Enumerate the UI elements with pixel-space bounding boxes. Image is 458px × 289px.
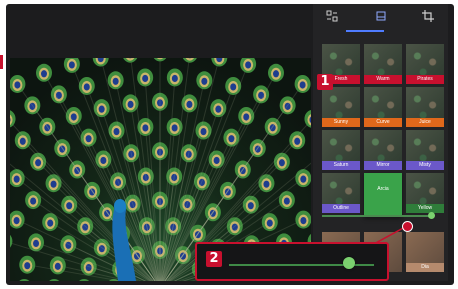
feather-eye-center — [283, 197, 290, 205]
feather-eye — [19, 279, 30, 281]
feather-eye-center — [300, 175, 307, 183]
feather-eye — [79, 279, 90, 281]
crop-icon — [422, 10, 434, 22]
feather-eye-center — [112, 77, 119, 85]
feather-eye-center — [171, 74, 178, 83]
feather-eye-center — [142, 74, 149, 83]
filter-tile-arcia[interactable]: Arcia — [364, 173, 402, 217]
feather-eye-center — [258, 91, 265, 99]
filter-tile-warm[interactable]: Warm — [364, 44, 402, 84]
feather-eye-center — [47, 219, 54, 227]
feather-eye-center — [278, 159, 285, 167]
filter-strength-knob[interactable] — [428, 212, 435, 219]
peacock-head — [114, 199, 126, 213]
feather-eye-center — [24, 262, 31, 270]
feather-eye-center — [14, 81, 21, 89]
feather-eye-center — [273, 70, 280, 78]
filter-tile-misty[interactable]: Misty — [406, 130, 444, 170]
feather-eye — [10, 234, 13, 248]
callout-badge-2: 2 — [206, 251, 222, 267]
feather-eye-center — [201, 77, 208, 85]
filter-tile-mirror[interactable]: Mirror — [364, 130, 402, 170]
filter-label: Pirates — [406, 75, 444, 84]
callout-badge-1: 1 — [317, 74, 333, 90]
filter-label: Sunny — [322, 118, 360, 127]
bottom-filter-tile-dia[interactable]: Dia — [406, 232, 444, 272]
filter-tile-saturn[interactable]: Saturn — [322, 130, 360, 170]
feather-eye-center — [215, 105, 222, 113]
feather-eye-center — [13, 217, 20, 225]
filter-grid: Fresh Warm Pirates Sunny Curve Juice Saturn Mir… — [322, 44, 444, 217]
filter-tile-curve[interactable]: Curve — [364, 87, 402, 127]
feather-eye-center — [171, 124, 178, 132]
filter-label: Mirror — [364, 161, 402, 170]
filter-label: Juice — [406, 118, 444, 127]
feather-eye-center — [263, 180, 270, 188]
filter-label: Warm — [364, 75, 402, 84]
adjust-icon — [326, 10, 338, 22]
filter-label: Misty — [406, 161, 444, 170]
feather-eye-center — [83, 83, 90, 91]
bottom-filter-label: Dia — [406, 263, 444, 272]
filter-tile-pirates[interactable]: Pirates — [406, 44, 444, 84]
feather-eye-center — [33, 239, 40, 248]
filter-label: Outline — [322, 204, 360, 213]
selected-tab-indicator — [346, 30, 384, 32]
feather-eye-center — [299, 81, 306, 89]
feather-eye-center — [100, 156, 107, 165]
filter-label: Curve — [364, 118, 402, 127]
feather-eye-center — [30, 197, 37, 205]
feather-eye-center — [66, 202, 73, 210]
feather-eye-center — [40, 70, 47, 78]
feather-eye-center — [68, 61, 75, 69]
filter-tile-sunny[interactable]: Sunny — [322, 87, 360, 127]
feather-eye-center — [230, 83, 237, 91]
feather-eye-center — [54, 262, 61, 270]
filters-icon — [376, 11, 386, 21]
feather-eye-center — [186, 100, 193, 108]
tab-crop[interactable] — [409, 4, 447, 28]
tab-adjust[interactable] — [313, 4, 351, 28]
feather-eye-center — [213, 156, 220, 165]
feather-eye-center — [127, 100, 134, 108]
zoomed-slider-callout — [195, 242, 389, 281]
feather-eye-center — [300, 217, 307, 225]
feather-eye-center — [35, 159, 42, 167]
feather-eye-center — [98, 105, 105, 113]
filter-label: Yellow — [406, 204, 444, 213]
filter-label: Saturn — [322, 161, 360, 170]
feather-eye-center — [266, 219, 273, 227]
filter-tile-outline[interactable]: Outline — [322, 173, 360, 213]
tab-filters[interactable] — [362, 4, 400, 28]
feather-eye — [49, 279, 60, 281]
feather-eye-center — [50, 180, 57, 188]
callout-edge-marker — [0, 55, 3, 69]
filter-tile-juice[interactable]: Juice — [406, 87, 444, 127]
callout-dot — [402, 221, 413, 232]
filter-strength-track[interactable] — [322, 215, 434, 217]
filter-label: Arcia — [377, 186, 389, 192]
feather-eye-center — [55, 91, 62, 99]
feather-eye-center — [245, 61, 252, 69]
feather-eye-center — [142, 124, 149, 132]
intensity-slider-knob[interactable] — [343, 257, 356, 269]
feather-eye-center — [247, 202, 254, 210]
feather-eye-center — [13, 175, 20, 183]
filter-tile-yellow[interactable]: Yellow — [406, 173, 444, 213]
